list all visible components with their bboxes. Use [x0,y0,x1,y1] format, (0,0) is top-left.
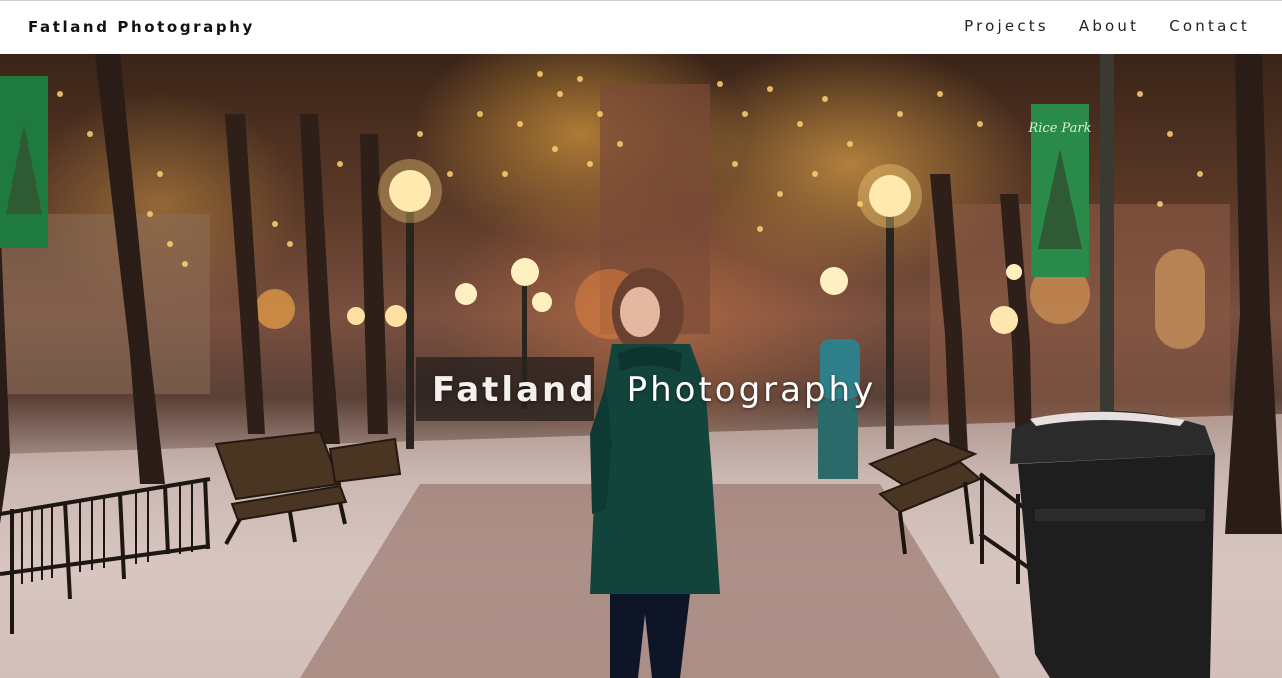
nav-link-about[interactable]: About [1079,17,1139,35]
hero-title-word1: Fatland [432,370,597,410]
hero-image: Rice Park [0,54,1282,678]
nav-link-contact[interactable]: Contact [1169,17,1250,35]
top-navbar: Fatland Photography Projects About Conta… [0,0,1282,54]
brand-link[interactable]: Fatland Photography [28,18,255,36]
hero-title-word2: Photography [626,370,877,410]
winter-park-scene: Rice Park [0,54,1282,678]
hero-title: Fatland Photography [432,370,876,410]
nav-links: Projects About Contact [934,17,1250,35]
nav-link-projects[interactable]: Projects [964,17,1049,35]
banner-text: Rice Park [1027,121,1091,136]
